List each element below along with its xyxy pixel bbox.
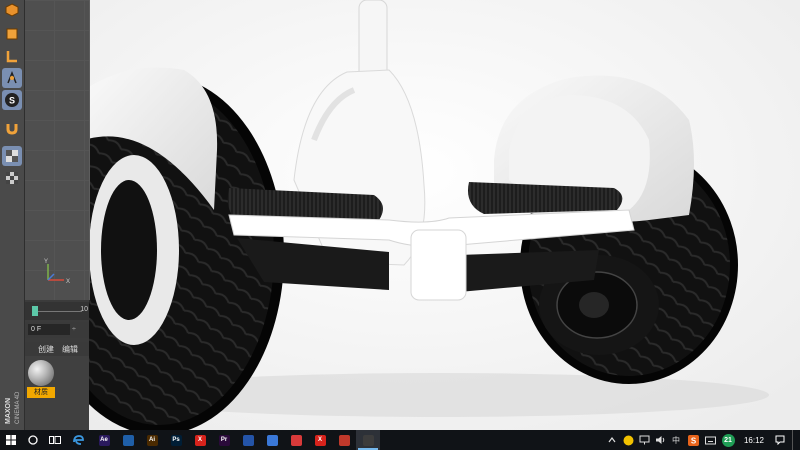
- tab-create[interactable]: 创建: [38, 344, 54, 355]
- windows-logo-icon: [6, 435, 16, 445]
- sogou-button[interactable]: S: [685, 430, 701, 450]
- axis-y-label: Y: [44, 259, 48, 265]
- render-viewport[interactable]: [89, 0, 800, 430]
- cube-icon[interactable]: [2, 0, 22, 20]
- axis-gizmo: Y X: [44, 259, 70, 285]
- app-icon: [242, 434, 254, 446]
- chevron-up-icon: [608, 437, 616, 443]
- edge-icon: [73, 435, 84, 445]
- current-frame-field[interactable]: 0 F: [28, 324, 70, 335]
- network-icon: [639, 435, 649, 445]
- taskbar-app-button[interactable]: Ai: [140, 430, 164, 450]
- taskbar-app-button[interactable]: [284, 430, 308, 450]
- material-manager-header: 创建 编辑: [24, 342, 89, 356]
- clock-time: 16:12: [743, 435, 765, 445]
- notification-count-badge: 21: [721, 433, 735, 447]
- perspective-viewport[interactable]: Y X: [24, 0, 90, 300]
- search-button[interactable]: [22, 430, 44, 450]
- tab-edit[interactable]: 编辑: [62, 344, 78, 355]
- c4d-panel: Y X 10 0 F ÷ 创建 编辑 材质: [24, 0, 90, 430]
- desktop: Y X 10 0 F ÷ 创建 编辑 材质 S MAXON CINEMA 4D: [0, 0, 800, 430]
- material-manager: 材质: [24, 356, 89, 430]
- svg-text:MAXON: MAXON: [5, 398, 12, 424]
- app-icon: Ae: [98, 434, 110, 446]
- taskbar-app-button[interactable]: [332, 430, 356, 450]
- network-button[interactable]: [637, 430, 651, 450]
- ime-language-button[interactable]: 中: [669, 430, 683, 450]
- app-icon: Ps: [170, 434, 182, 446]
- taskbar-app-button[interactable]: X: [188, 430, 212, 450]
- app-icon: [266, 434, 278, 446]
- speaker-icon: [655, 436, 664, 444]
- task-view-icon: [49, 436, 61, 444]
- snap-s-icon[interactable]: S: [2, 90, 22, 110]
- task-view-button[interactable]: [44, 430, 66, 450]
- timeline-track: [38, 311, 82, 312]
- keyboard-mode-icon: [704, 436, 716, 444]
- app-icon: X: [194, 434, 206, 446]
- taskbar: Ae Ai Ps X Pr X 中 S 21 16:12: [0, 430, 800, 450]
- taskbar-app-button[interactable]: [236, 430, 260, 450]
- left-toolbar: S MAXON CINEMA 4D: [0, 0, 25, 430]
- action-center-button[interactable]: [772, 430, 788, 450]
- hoverboard-render: [89, 0, 800, 430]
- svg-text:S: S: [9, 96, 15, 106]
- start-button[interactable]: [0, 430, 22, 450]
- app-icon: X: [314, 434, 326, 446]
- box-icon[interactable]: [2, 24, 22, 44]
- app-icon: [362, 434, 374, 446]
- material-preview[interactable]: [28, 360, 54, 386]
- axis-x-label: X: [66, 279, 70, 285]
- cortana-circle-icon: [28, 435, 38, 445]
- frame-stepper[interactable]: ÷: [72, 324, 78, 335]
- input-mode-button[interactable]: [703, 430, 717, 450]
- maxon-cinema4d-logo: MAXON CINEMA 4D: [5, 391, 21, 424]
- edge-button[interactable]: [66, 430, 90, 450]
- volume-button[interactable]: [653, 430, 667, 450]
- app-icon: Ai: [146, 434, 158, 446]
- timeline[interactable]: 10: [24, 302, 89, 320]
- viewport-grid: [24, 0, 89, 300]
- taskbar-app-button[interactable]: [116, 430, 140, 450]
- workplane-icon[interactable]: [2, 68, 22, 88]
- taskbar-app-button[interactable]: [260, 430, 284, 450]
- l-shape-icon[interactable]: [2, 46, 22, 66]
- tray-overflow-button[interactable]: [605, 430, 619, 450]
- svg-text:CINEMA 4D: CINEMA 4D: [15, 391, 21, 424]
- checker-grid-icon[interactable]: [2, 168, 22, 188]
- tray-app-button[interactable]: [621, 430, 635, 450]
- clock-button[interactable]: 16:12: [739, 430, 769, 450]
- taskbar-app-button[interactable]: Ae: [92, 430, 116, 450]
- material-name[interactable]: 材质: [27, 387, 55, 398]
- app-icon: [122, 434, 134, 446]
- notification-badge-button[interactable]: 21: [719, 430, 737, 450]
- yellow-app-icon: [623, 435, 633, 445]
- lock-grid-icon[interactable]: [2, 146, 22, 166]
- svg-text:S: S: [690, 436, 696, 445]
- app-icon: Pr: [218, 434, 230, 446]
- action-center-icon: [775, 435, 785, 445]
- frame-row: 0 F ÷: [24, 322, 89, 338]
- taskbar-app-button[interactable]: Ps: [164, 430, 188, 450]
- app-icon: [290, 434, 302, 446]
- taskbar-app-button[interactable]: [356, 430, 380, 450]
- magnet-icon[interactable]: [2, 118, 22, 138]
- show-desktop-button[interactable]: [792, 430, 799, 450]
- taskbar-app-button[interactable]: Pr: [212, 430, 236, 450]
- taskbar-app-button[interactable]: X: [308, 430, 332, 450]
- sogou-s-icon: S: [687, 434, 699, 446]
- app-icon: [338, 434, 350, 446]
- timeline-end-label: 10: [80, 306, 88, 313]
